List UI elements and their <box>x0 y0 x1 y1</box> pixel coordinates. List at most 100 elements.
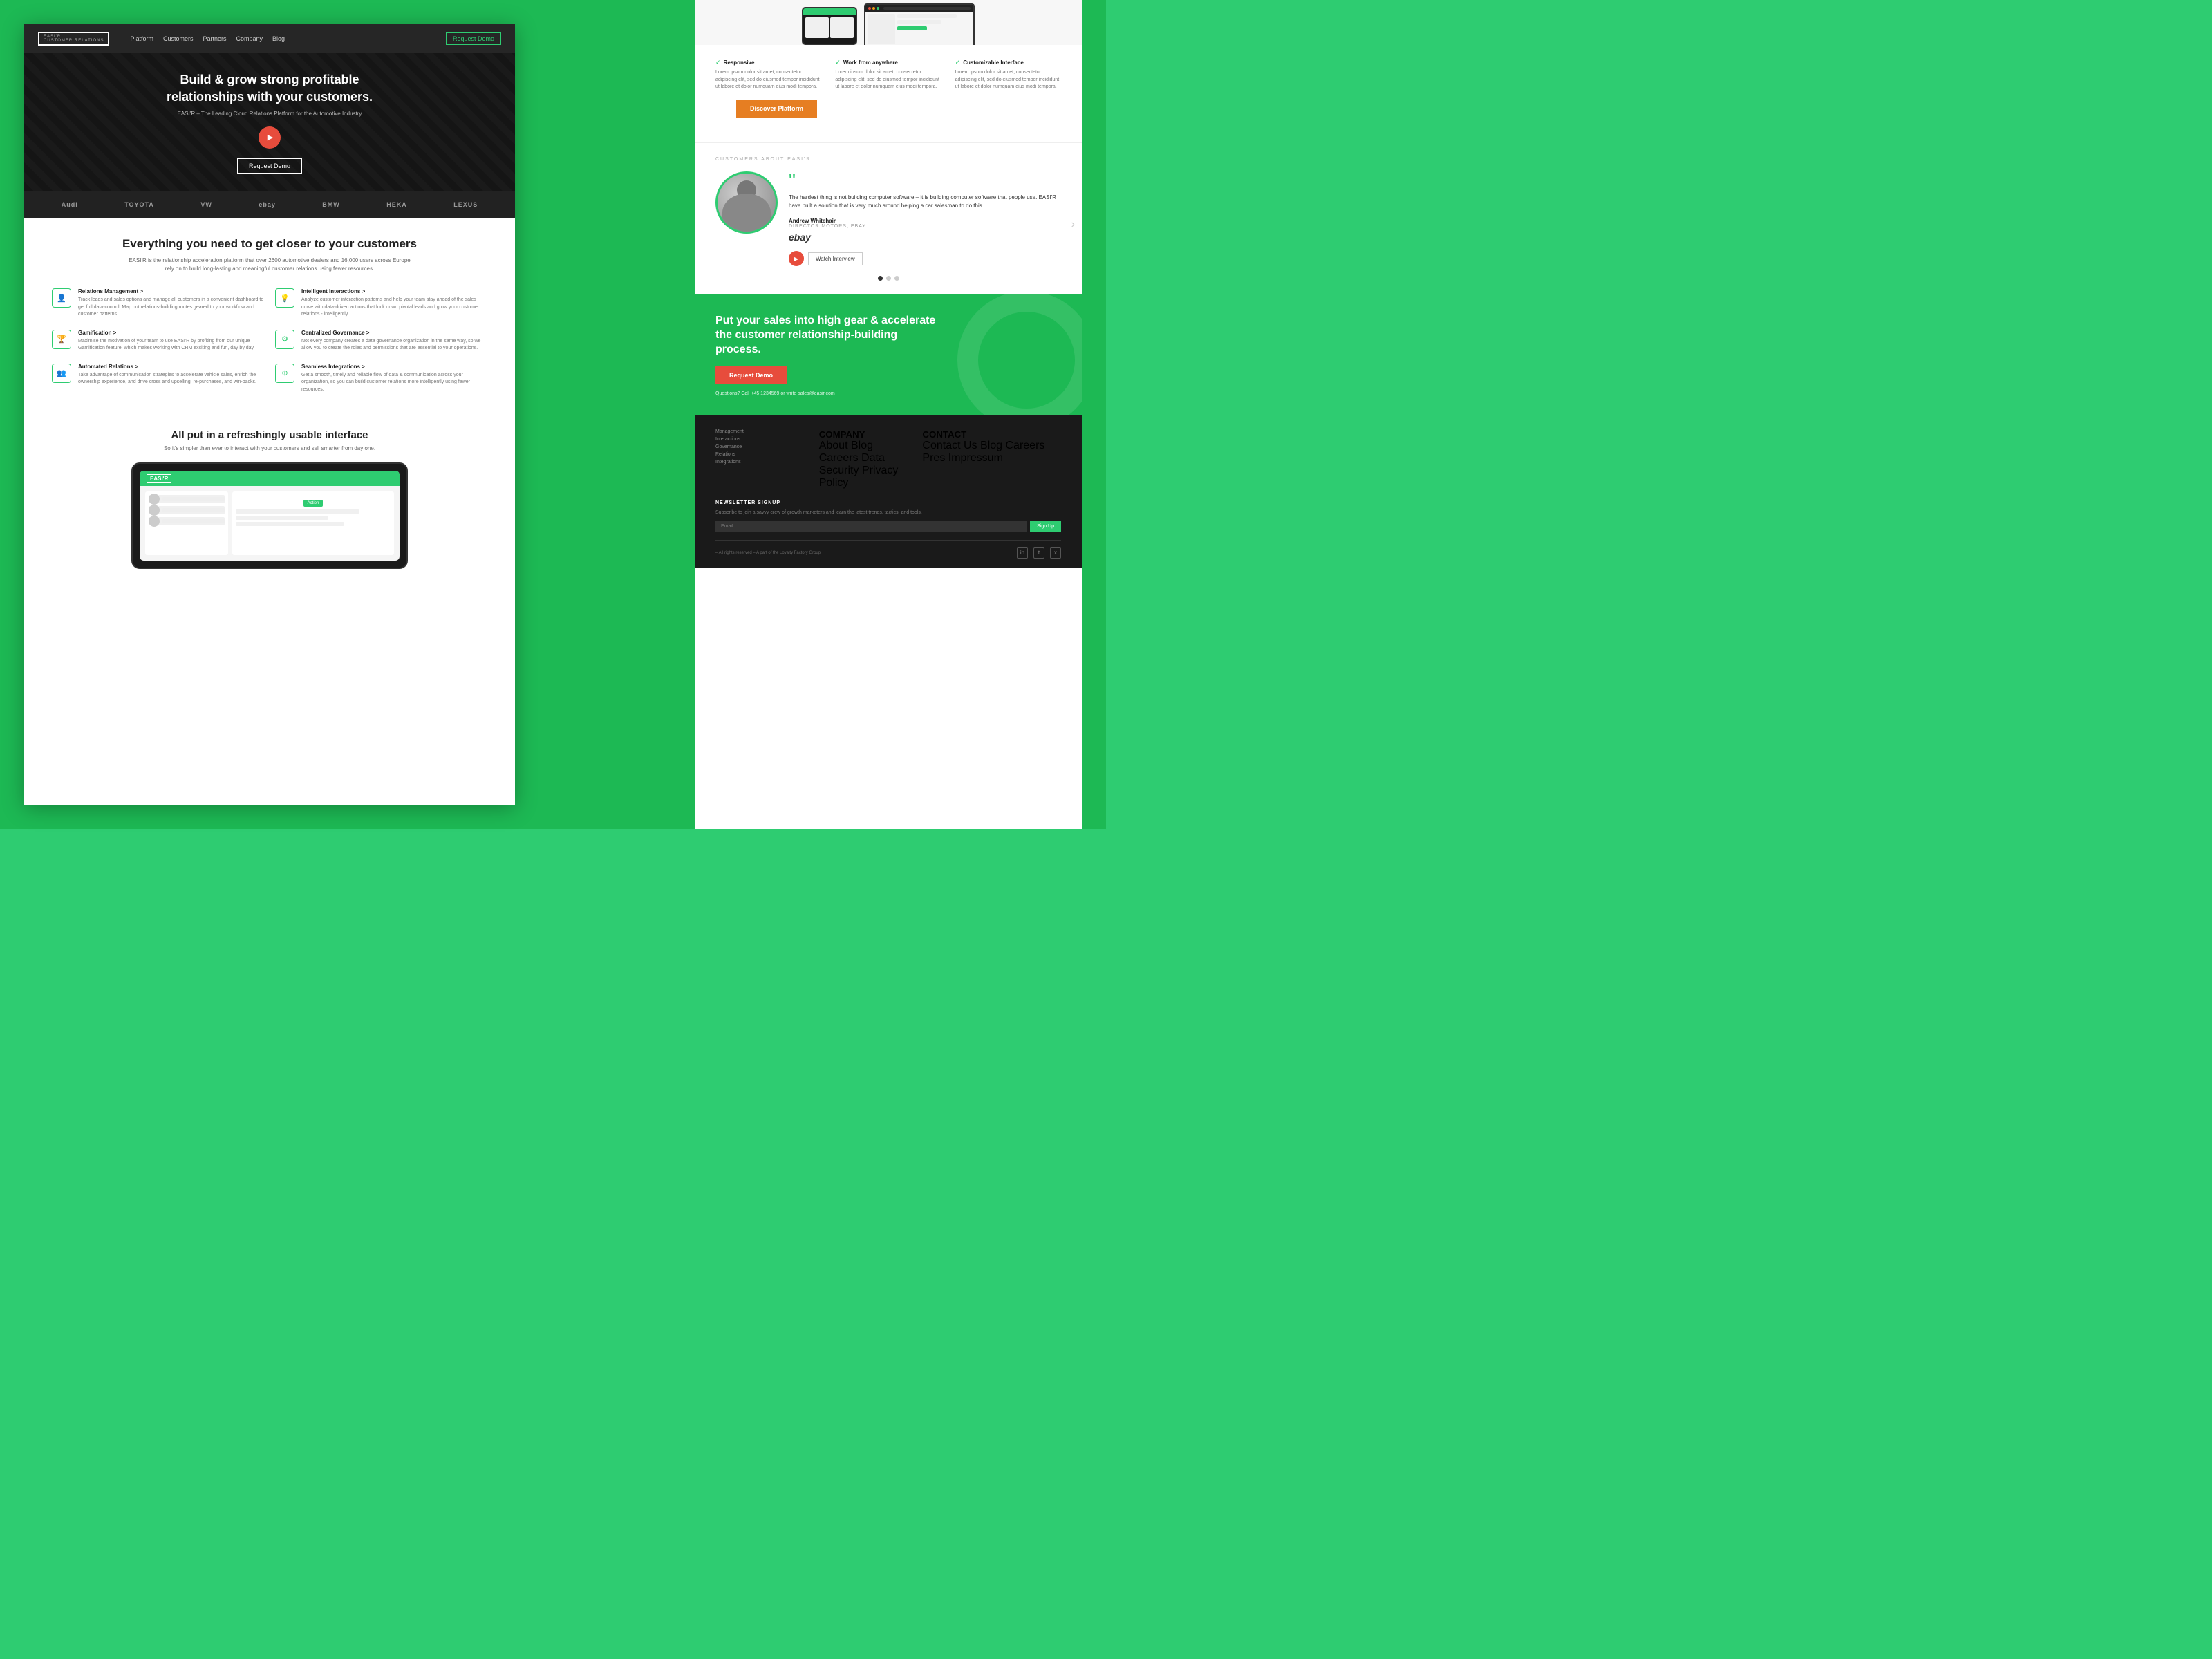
rp-custom-title-row: ✓ Customizable Interface <box>955 59 1061 66</box>
feature-intelligent-body: Analyze customer interaction patterns an… <box>301 297 487 319</box>
rp-check-icon-2: ✓ <box>835 59 841 66</box>
carousel-dot-1[interactable] <box>878 276 883 281</box>
cta-request-demo-button[interactable]: Request Demo <box>715 366 787 384</box>
features-section: Everything you need to get closer to you… <box>24 218 515 413</box>
quote-body: The hardest thing is not building comput… <box>789 194 1061 212</box>
tablet-mockup: EASI'R <box>131 462 408 569</box>
rp-check-icon-1: ✓ <box>715 59 721 66</box>
tablet-main: Action <box>232 491 394 555</box>
rp-work-body: Lorem ipsum dolor sit amet, consectetur … <box>835 69 941 91</box>
footer-relations-link[interactable]: Relations <box>715 452 808 457</box>
tablet-avatar-1 <box>149 494 160 505</box>
nav-company[interactable]: Company <box>236 35 263 42</box>
footer-pres-link[interactable]: Pres <box>922 452 945 464</box>
carousel-next-button[interactable]: › <box>1071 218 1075 231</box>
quote-role: DIRECTOR MOTORS, EBAY <box>789 224 1061 229</box>
quote-mark-icon: " <box>789 171 1061 191</box>
twitter-icon[interactable]: t <box>1033 547 1044 559</box>
tablet-line-3 <box>236 522 344 526</box>
feature-intelligent: 💡 Intelligent Interactions > Analyze cus… <box>275 288 487 319</box>
logo-toyota: TOYOTA <box>124 201 154 208</box>
nav-platform[interactable]: Platform <box>130 35 153 42</box>
ebay-logo-text: ebay <box>789 232 811 243</box>
rp-features-section: ✓ Responsive Lorem ipsum dolor sit amet,… <box>695 45 1082 142</box>
nav-partners[interactable]: Partners <box>203 35 227 42</box>
footer-contact-careers-link[interactable]: Careers <box>1006 440 1045 451</box>
gamification-icon: 🏆 <box>52 330 71 349</box>
xing-icon[interactable]: x <box>1050 547 1061 559</box>
footer-management-link[interactable]: Management <box>715 429 808 434</box>
feature-relations-title[interactable]: Relations Management > <box>78 288 264 294</box>
feature-automated-body: Take advantage of communication strategi… <box>78 372 264 386</box>
feature-relations: 👤 Relations Management > Track leads and… <box>52 288 264 319</box>
feature-gamification-title[interactable]: Gamification > <box>78 330 264 336</box>
footer-careers-link[interactable]: Careers <box>819 452 859 464</box>
carousel-dot-3[interactable] <box>894 276 899 281</box>
rp-work-title: Work from anywhere <box>843 59 898 66</box>
tablet-avatar-2 <box>149 505 160 516</box>
footer-newsletter: NEWSLETTER SIGNUP Subscribe to join a sa… <box>715 500 1061 532</box>
logo-vw: VW <box>200 201 212 208</box>
nav-customers[interactable]: Customers <box>163 35 194 42</box>
footer-about-link[interactable]: About <box>819 440 848 451</box>
automated-icon: 👥 <box>52 364 71 383</box>
nav-request-demo-button[interactable]: Request Demo <box>446 32 501 45</box>
feature-governance-body: Not every company creates a data governa… <box>301 338 487 353</box>
feature-automated-title[interactable]: Automated Relations > <box>78 364 264 370</box>
discover-platform-button[interactable]: Discover Platform <box>736 100 817 118</box>
hero-demo-button[interactable]: Request Demo <box>237 158 302 174</box>
tablet-screen: EASI'R <box>140 471 400 561</box>
testimonial-text: " The hardest thing is not building comp… <box>789 171 1061 267</box>
usable-section: All put in a refreshingly usable interfa… <box>24 413 515 569</box>
footer-contact-blog-link[interactable]: Blog <box>980 440 1002 451</box>
feature-integrations: ⊕ Seamless Integrations > Get a smooth, … <box>275 364 487 394</box>
footer-contact-title: CONTACT <box>922 429 1061 440</box>
watch-label: Watch Interview <box>808 252 863 265</box>
footer-social: in t x <box>1017 547 1061 559</box>
feature-relations-body: Track leads and sales options and manage… <box>78 297 264 319</box>
rp-feature-responsive: ✓ Responsive Lorem ipsum dolor sit amet,… <box>715 59 821 91</box>
logo-bmw: BMW <box>322 201 340 208</box>
footer-interactions-link[interactable]: Interactions <box>715 437 808 442</box>
intelligent-icon: 💡 <box>275 288 294 308</box>
footer-blog-link[interactable]: Blog <box>851 440 873 451</box>
feature-governance-title[interactable]: Centralized Governance > <box>301 330 487 336</box>
logo: EASI'R CUSTOMER RELATIONS <box>38 32 109 46</box>
linkedin-icon[interactable]: in <box>1017 547 1028 559</box>
feature-integrations-body: Get a smooth, timely and reliable flow o… <box>301 372 487 394</box>
logos-bar: Audi TOYOTA VW ebay BMW HEKA LEXUS <box>24 191 515 218</box>
feature-automated: 👥 Automated Relations > Take advantage o… <box>52 364 264 394</box>
footer-email-input[interactable] <box>715 521 1027 532</box>
rp-custom-title: Customizable Interface <box>963 59 1024 66</box>
tablet-header: EASI'R <box>140 471 400 486</box>
nav-links: Platform Customers Partners Company Blog <box>130 35 432 42</box>
tablet-row-1 <box>149 495 225 503</box>
feature-intelligent-title[interactable]: Intelligent Interactions > <box>301 288 487 294</box>
footer-signup-button[interactable]: Sign Up <box>1030 521 1061 532</box>
testimonial-section: CUSTOMERS ABOUT EASI'R " The hardest thi… <box>695 142 1082 295</box>
footer-integrations-link[interactable]: Integrations <box>715 460 808 465</box>
feature-gamification-body: Maximise the motivation of your team to … <box>78 338 264 353</box>
rp-responsive-title: Responsive <box>724 59 755 66</box>
footer-impressum-link[interactable]: Impressum <box>948 452 1003 464</box>
rp-work-title-row: ✓ Work from anywhere <box>835 59 941 66</box>
footer-bottom: – All rights reserved – A part of the Lo… <box>715 540 1061 559</box>
rp-feature-row-1: ✓ Responsive Lorem ipsum dolor sit amet,… <box>715 59 1061 91</box>
feature-integrations-title[interactable]: Seamless Integrations > <box>301 364 487 370</box>
tablet-content: Action <box>140 486 400 561</box>
tablet-row-2 <box>149 506 225 514</box>
testimonial-content: " The hardest thing is not building comp… <box>715 171 1061 267</box>
watch-interview-button[interactable]: Watch Interview <box>789 251 1061 266</box>
carousel-dot-2[interactable] <box>886 276 891 281</box>
footer-governance-link[interactable]: Governance <box>715 444 808 449</box>
navbar: EASI'R CUSTOMER RELATIONS Platform Custo… <box>24 24 515 53</box>
feature-gamification: 🏆 Gamification > Maximise the motivation… <box>52 330 264 353</box>
footer-contactus-link[interactable]: Contact Us <box>922 440 977 451</box>
hero-play-button[interactable] <box>259 126 281 149</box>
device-tablet-small <box>802 7 857 45</box>
logo-ebay: ebay <box>259 201 276 208</box>
nav-blog[interactable]: Blog <box>272 35 285 42</box>
footer-company-title: COMPANY <box>819 429 912 440</box>
feature-gamification-text: Gamification > Maximise the motivation o… <box>78 330 264 353</box>
footer: Management Interactions Governance Relat… <box>695 415 1082 568</box>
